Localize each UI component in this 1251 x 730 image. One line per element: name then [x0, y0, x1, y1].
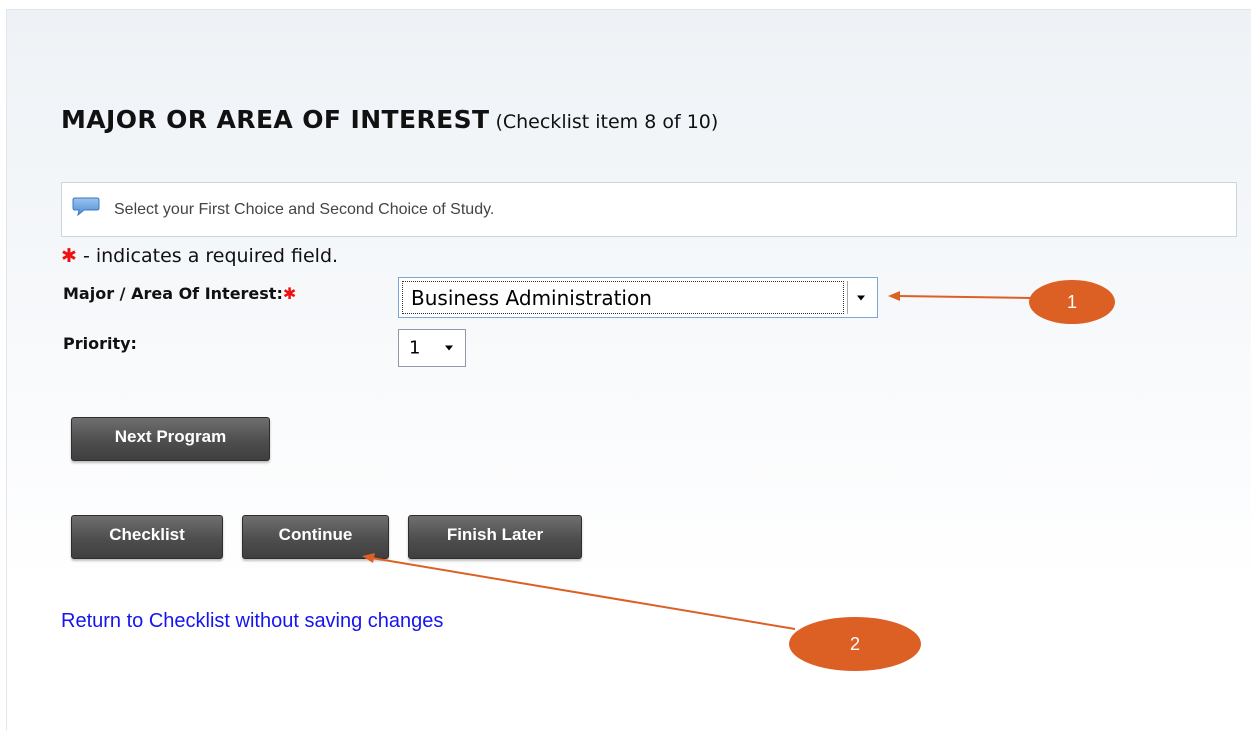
finish-later-button[interactable]: Finish Later: [408, 515, 582, 559]
priority-select-value: 1: [409, 337, 421, 359]
chevron-down-icon[interactable]: [445, 345, 453, 351]
priority-label: Priority:: [63, 334, 137, 353]
callout-badge-1: 1: [1029, 280, 1115, 324]
speech-bubble-icon: [72, 197, 100, 217]
return-to-checklist-link[interactable]: Return to Checklist without saving chang…: [61, 610, 443, 633]
checklist-button[interactable]: Checklist: [71, 515, 223, 559]
page-title-main: MAJOR OR AREA OF INTEREST: [61, 105, 490, 134]
required-field-note: ✱ - indicates a required field.: [61, 245, 338, 267]
required-star-icon: ✱: [61, 245, 77, 267]
info-message-text: Select your First Choice and Second Choi…: [114, 201, 495, 218]
major-select[interactable]: Business Administration: [398, 277, 878, 318]
major-label: Major / Area Of Interest:✱: [63, 284, 296, 303]
chevron-down-icon[interactable]: [857, 295, 865, 300]
info-message-box: Select your First Choice and Second Choi…: [61, 182, 1237, 237]
major-required-star-icon: ✱: [282, 284, 297, 303]
major-label-text: Major / Area Of Interest:: [63, 284, 283, 303]
page-title-progress: (Checklist item 8 of 10): [495, 111, 719, 133]
next-program-button[interactable]: Next Program: [71, 417, 270, 461]
callout-badge-2: 2: [789, 617, 921, 671]
major-select-value: Business Administration: [411, 285, 652, 310]
page-title: MAJOR OR AREA OF INTEREST (Checklist item…: [61, 105, 718, 134]
required-field-note-text: - indicates a required field.: [82, 245, 339, 267]
continue-button[interactable]: Continue: [242, 515, 389, 559]
major-select-divider: [847, 281, 848, 314]
priority-select[interactable]: 1: [398, 329, 466, 367]
